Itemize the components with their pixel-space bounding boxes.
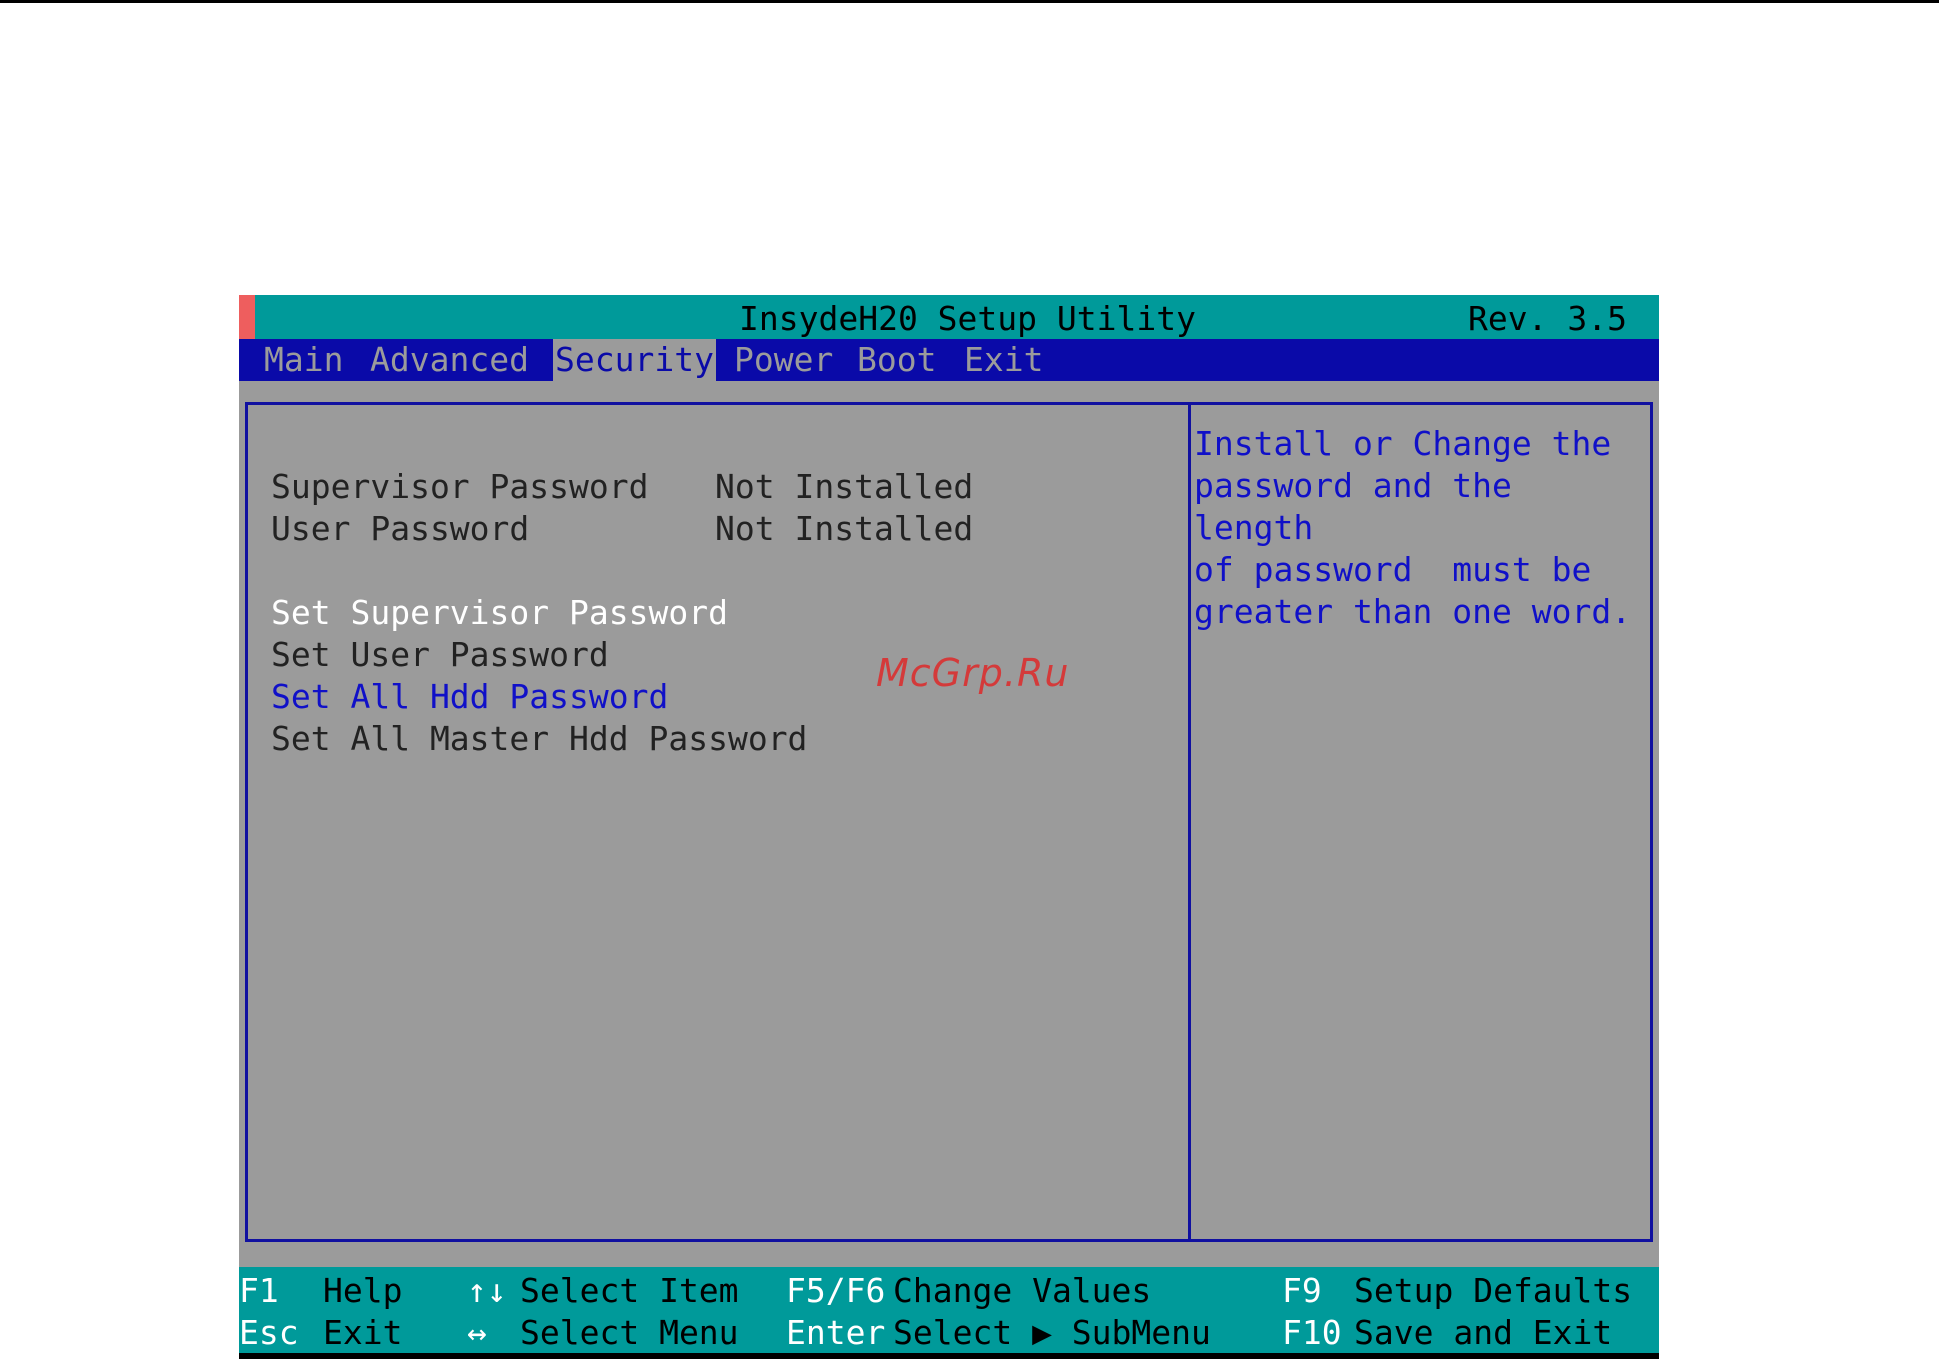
enter-key: Enter <box>786 1313 886 1352</box>
f10-key: F10 <box>1282 1313 1342 1352</box>
app-title: InsydeH20 Setup Utility <box>739 299 1196 338</box>
set-user-password-item[interactable]: Set User Password <box>271 635 609 675</box>
page-top-rule <box>0 0 1939 3</box>
select-item-label: Select Item <box>520 1271 739 1310</box>
set-all-hdd-password-item[interactable]: Set All Hdd Password <box>271 677 668 717</box>
footer-key-enter: Enter <box>786 1313 885 1353</box>
footer-key-leftright: ↔ <box>467 1313 487 1353</box>
footer-label-select-item: Select Item <box>520 1271 739 1311</box>
tab-boot[interactable]: Boot <box>857 339 936 381</box>
footer-label-change-values: Change Values <box>893 1271 1151 1311</box>
change-values-label: Change Values <box>893 1271 1152 1310</box>
title-accent-block <box>239 295 255 339</box>
tab-advanced[interactable]: Advanced <box>370 339 529 381</box>
revision-label: Rev. 3.5 <box>1468 299 1627 338</box>
up-down-arrows-icon: ↑↓ <box>467 1271 507 1310</box>
supervisor-password-label: Supervisor Password <box>271 467 649 506</box>
footer-key-f1: F1 <box>239 1271 279 1311</box>
f5-f6-key: F5/F6 <box>786 1271 886 1310</box>
footer-key-updown: ↑↓ <box>467 1271 507 1311</box>
footer-label-save-exit: Save and Exit <box>1354 1313 1612 1353</box>
footer-key-f5f6: F5/F6 <box>786 1271 885 1311</box>
exit-label: Exit <box>323 1313 403 1352</box>
user-password-label: User Password <box>271 509 530 548</box>
key-legend-bar: F1 Help Esc Exit ↑↓ Select Item ↔ Select… <box>239 1267 1659 1353</box>
save-and-exit-label: Save and Exit <box>1354 1313 1613 1352</box>
footer-key-esc: Esc <box>239 1313 299 1353</box>
supervisor-password-status: Not Installed <box>715 467 974 506</box>
tab-security[interactable]: Security <box>553 339 716 381</box>
footer-label-select-menu: Select Menu <box>520 1313 739 1353</box>
setup-defaults-label: Setup Defaults <box>1354 1271 1633 1310</box>
footer-key-f9: F9 <box>1282 1271 1322 1311</box>
tab-main[interactable]: Main <box>264 339 343 381</box>
set-all-master-hdd-password-item[interactable]: Set All Master Hdd Password <box>271 719 807 759</box>
help-label: Help <box>323 1271 403 1310</box>
tab-power[interactable]: Power <box>734 339 833 381</box>
footer-bottom-rule <box>239 1353 1659 1359</box>
f9-key: F9 <box>1282 1271 1322 1310</box>
tab-exit[interactable]: Exit <box>964 339 1043 381</box>
user-password-status: Not Installed <box>715 509 974 548</box>
footer-key-f10: F10 <box>1282 1313 1342 1353</box>
footer-label-exit: Exit <box>323 1313 402 1353</box>
select-menu-label: Select Menu <box>520 1313 739 1352</box>
panel-divider <box>1188 402 1191 1242</box>
title-bar: InsydeH20 Setup Utility Rev. 3.5 <box>239 295 1659 339</box>
f1-key: F1 <box>239 1271 279 1310</box>
select-submenu-label: Select ▶ SubMenu <box>893 1313 1211 1352</box>
watermark-logo: McGrp.Ru <box>876 651 1070 695</box>
help-text: Install or Change the password and the l… <box>1194 424 1632 631</box>
set-supervisor-password-item[interactable]: Set Supervisor Password <box>271 593 728 633</box>
footer-label-setup-defaults: Setup Defaults <box>1354 1271 1632 1311</box>
esc-key: Esc <box>239 1313 299 1352</box>
menu-bar: Main Advanced Security Power Boot Exit <box>239 339 1659 381</box>
left-right-arrows-icon: ↔ <box>467 1313 487 1352</box>
footer-label-select-submenu: Select ▶ SubMenu <box>893 1313 1211 1353</box>
footer-label-help: Help <box>323 1271 402 1311</box>
bios-setup-screen: InsydeH20 Setup Utility Rev. 3.5 Main Ad… <box>239 295 1659 1359</box>
